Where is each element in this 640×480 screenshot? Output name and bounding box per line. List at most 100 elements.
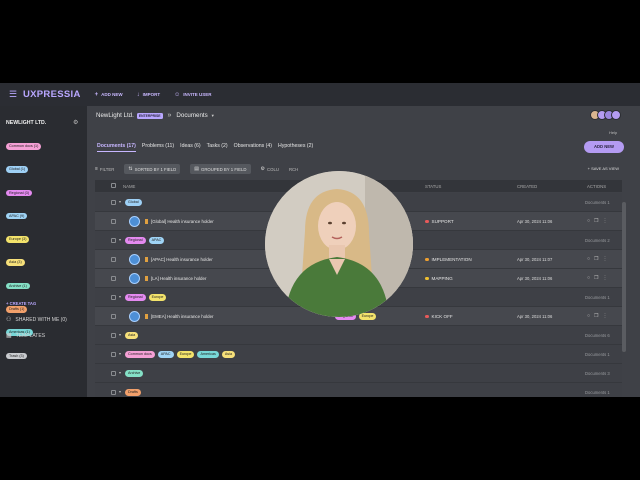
tag-chip[interactable]: Regional	[125, 294, 146, 301]
chevron-down-icon[interactable]: ▾	[119, 370, 121, 375]
search-button[interactable]: RCH	[289, 167, 298, 172]
status-cell[interactable]: IMPLEMENTATION	[425, 257, 472, 262]
row-checkbox[interactable]	[111, 352, 116, 357]
shared-with-me-item[interactable]: ⚇ SHARED WITH ME (0)	[6, 316, 67, 324]
tag-chip[interactable]: Europe	[358, 313, 377, 320]
more-icon[interactable]: ⋮	[603, 256, 608, 262]
comment-icon[interactable]: ○	[587, 218, 590, 224]
sidebar-tag[interactable]: Europe (3)	[6, 236, 30, 243]
sidebar-tag[interactable]: Global (1)	[6, 166, 29, 173]
row-checkbox[interactable]	[111, 333, 116, 338]
sidebar-tag[interactable]: Drafts (1)	[6, 306, 28, 313]
select-all-checkbox[interactable]	[111, 183, 116, 188]
tab-documents[interactable]: Documents (17)	[97, 143, 136, 152]
tag-chip[interactable]: Archive	[125, 370, 144, 377]
import-button[interactable]: ↓ IMPORT	[137, 92, 161, 98]
row-checkbox[interactable]	[111, 238, 116, 243]
help-link[interactable]: Help	[609, 130, 617, 135]
gear-icon[interactable]: ⚙	[73, 119, 78, 126]
templates-item[interactable]: ▦ TEMPLATES	[6, 332, 45, 340]
copy-icon[interactable]: ❐	[594, 256, 598, 262]
tag-chip[interactable]: Asia	[125, 332, 139, 339]
row-checkbox[interactable]	[111, 200, 116, 205]
group-row[interactable]: ▾ Archive Documents 3	[95, 364, 622, 383]
organization-name[interactable]: NEWLIGHT LTD.	[6, 120, 46, 126]
tab-ideas[interactable]: Ideas (6)	[180, 143, 200, 152]
sidebar-tag[interactable]: Asia (3)	[6, 259, 25, 266]
tag-chip[interactable]: APAC	[148, 237, 165, 244]
document-name[interactable]: [EMEA] Health insurance holder	[151, 314, 213, 319]
status-cell[interactable]: MAPPING	[425, 276, 453, 281]
project-name[interactable]: NewLight Ltd.	[96, 112, 134, 119]
tag-chip[interactable]: Drafts	[125, 389, 141, 396]
chevron-down-icon[interactable]: ▾	[119, 389, 121, 394]
tag-chip[interactable]: Europe	[148, 294, 167, 301]
copy-icon[interactable]: ❐	[594, 275, 598, 281]
copy-icon[interactable]: ❐	[594, 218, 598, 224]
tag-chip[interactable]: Regional	[125, 237, 146, 244]
sort-button[interactable]: ⇅ SORTED BY 1 FIELD	[124, 164, 181, 174]
add-new-button[interactable]: ADD NEW	[584, 141, 624, 153]
comment-icon[interactable]: ○	[587, 275, 590, 281]
more-icon[interactable]: ⋮	[603, 218, 608, 224]
sidebar-tag[interactable]: Trash (3)	[6, 352, 27, 360]
avatar[interactable]	[611, 110, 621, 120]
section-selector[interactable]: Documents	[176, 112, 207, 119]
copy-icon[interactable]: ❐	[594, 313, 598, 319]
brand-logo[interactable]: UXPRESSIA	[23, 89, 81, 100]
comment-icon[interactable]: ○	[587, 313, 590, 319]
sidebar-tag[interactable]: Regional (3)	[6, 189, 33, 197]
invite-user-button[interactable]: ☺ INVITE USER	[174, 92, 211, 98]
document-name[interactable]: [APAC] Health insurance holder	[151, 257, 213, 262]
column-header-created[interactable]: CREATED	[517, 184, 537, 189]
document-name[interactable]: [Global] Health insurance holder	[151, 219, 214, 224]
comment-icon[interactable]: ○	[587, 256, 590, 262]
document-name[interactable]: [LA] Health insurance holder	[151, 276, 206, 281]
more-icon[interactable]: ⋮	[603, 275, 608, 281]
group-row[interactable]: ▾ Asia Documents 6	[95, 326, 622, 345]
columns-button[interactable]: ⚙ COLU	[261, 166, 279, 172]
chevron-down-icon[interactable]: ▾	[119, 294, 121, 299]
row-checkbox[interactable]	[111, 219, 116, 224]
group-count: Documents 1	[585, 352, 610, 357]
row-checkbox[interactable]	[111, 371, 116, 376]
chevron-down-icon[interactable]: ▾	[119, 237, 121, 242]
tag-chip[interactable]: APAC	[157, 351, 174, 358]
tag-chip[interactable]: Europe	[176, 351, 195, 358]
row-checkbox[interactable]	[111, 257, 116, 262]
tag-chip[interactable]: Common docs	[125, 351, 155, 358]
tab-hypotheses[interactable]: Hypotheses (2)	[278, 143, 313, 152]
row-checkbox[interactable]	[111, 295, 116, 300]
tab-observations[interactable]: Observations (4)	[234, 143, 272, 152]
row-checkbox[interactable]	[111, 314, 116, 319]
chevron-down-icon[interactable]: ▾	[119, 351, 121, 356]
group-button[interactable]: ▤ GROUPED BY 1 FIELD	[190, 164, 251, 174]
sidebar-tag[interactable]: Common docs (1)	[6, 143, 42, 150]
group-row[interactable]: ▾ Common docs APAC Europe Americas Asia Docume…	[95, 345, 622, 364]
avatar-group[interactable]	[590, 110, 621, 120]
tab-tasks[interactable]: Tasks (2)	[207, 143, 228, 152]
chevron-down-icon[interactable]: ▼	[211, 113, 215, 118]
row-checkbox[interactable]	[111, 276, 116, 281]
add-new-top-button[interactable]: + ADD NEW	[95, 92, 123, 98]
tag-chip[interactable]: Americas	[197, 351, 219, 358]
status-cell[interactable]: KICK OFF	[425, 314, 453, 319]
create-tag-button[interactable]: + CREATE TAG	[6, 301, 36, 306]
more-icon[interactable]: ⋮	[603, 313, 608, 319]
menu-icon[interactable]: ☰	[9, 90, 19, 99]
tag-chip[interactable]: Global	[125, 199, 142, 206]
filter-button[interactable]: ≡ FILTER	[95, 166, 114, 172]
row-checkbox[interactable]	[111, 390, 116, 395]
chevron-down-icon[interactable]: ▾	[119, 332, 121, 337]
status-cell[interactable]: SUPPORT	[425, 219, 454, 224]
sidebar-tag[interactable]: Archive (1)	[6, 282, 30, 290]
tag-chip[interactable]: Asia	[221, 351, 236, 358]
sidebar-tag[interactable]: APAC (9)	[6, 212, 28, 220]
chevron-down-icon[interactable]: ▾	[119, 199, 121, 204]
scrollbar[interactable]	[622, 202, 626, 352]
column-header-status[interactable]: STATUS	[425, 184, 441, 189]
column-header-name[interactable]: NAME	[123, 184, 135, 189]
tab-problems[interactable]: Problems (11)	[142, 143, 174, 152]
group-row[interactable]: ▾ Drafts Documents 1	[95, 383, 622, 397]
save-as-view-button[interactable]: + SAVE AS VIEW	[588, 166, 619, 171]
